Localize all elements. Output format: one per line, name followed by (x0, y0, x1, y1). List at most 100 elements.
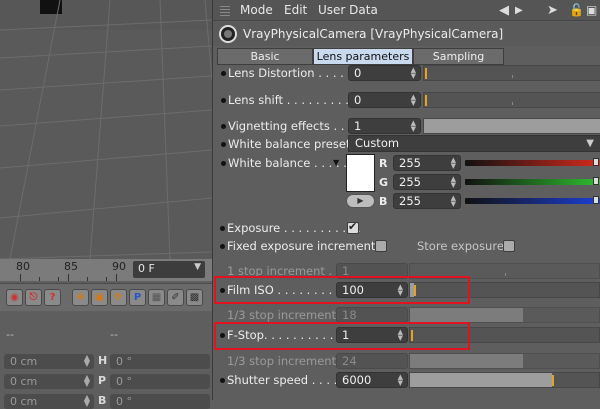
grid-icon[interactable]: ▦ (148, 289, 165, 306)
animation-dot-icon[interactable] (221, 98, 226, 103)
rotation-b-field[interactable]: 0 ° (110, 394, 210, 409)
animation-dot-icon[interactable] (220, 226, 225, 231)
forward-arrow-icon[interactable]: ▶ (515, 5, 523, 16)
vignetting-value: 1 (354, 119, 362, 133)
slider-handle[interactable] (551, 375, 554, 386)
scale-icon[interactable]: ▣ (91, 289, 108, 306)
position-z-field[interactable]: 0 cm ▲ ▼ (4, 394, 94, 409)
panel-grip-icon[interactable] (220, 5, 230, 16)
store-exposure-checkbox[interactable] (503, 240, 515, 252)
exposure-checkbox[interactable] (347, 220, 359, 234)
animation-dot-icon[interactable] (220, 288, 225, 293)
animation-dot-icon[interactable] (221, 161, 226, 166)
channel-r-value: 255 (399, 156, 421, 170)
channel-g-field[interactable]: 255 ▲ ▼ (393, 174, 461, 190)
channel-g-slider[interactable] (465, 177, 600, 185)
animation-dot-icon[interactable] (220, 378, 225, 383)
shutter-speed-field[interactable]: 6000 ▲ ▼ (336, 372, 408, 388)
param-row-stop-increment: 1 stop increment . . . 1 (212, 261, 600, 281)
spinner-icon: ▲ ▼ (450, 156, 456, 170)
stop-increment-slider (409, 263, 600, 279)
back-arrow-icon[interactable]: ◀ (499, 3, 509, 18)
object-header: VrayPhysicalCamera [VrayPhysicalCamera] (213, 22, 600, 46)
shutter-speed-slider[interactable] (409, 372, 600, 388)
timeline-tick (68, 274, 69, 281)
coordinates-manager: -- -- 0 cm ▲ ▼ H 0 ° 0 cm ▲ ▼ P 0 ° 0 cm ▲… (0, 312, 212, 409)
position-x-field[interactable]: 0 cm ▲ ▼ (4, 354, 94, 369)
vignetting-label: Vignetting effects . . (228, 119, 345, 133)
channel-b-field[interactable]: 255 ▲ ▼ (393, 193, 461, 209)
slider-handle[interactable] (593, 196, 599, 204)
white-balance-swatch[interactable] (346, 154, 375, 192)
pointer-icon[interactable]: ➤ (547, 3, 558, 18)
third-stop-b-label: 1/3 stop increment (227, 354, 337, 368)
f-stop-value: 1 (342, 328, 350, 342)
rotation-h-field[interactable]: 0 ° (110, 354, 210, 369)
film-iso-slider[interactable] (409, 282, 600, 298)
spinner-icon: ▲ ▼ (410, 93, 416, 107)
snap-icon[interactable]: ▩ (186, 289, 203, 306)
vignetting-field[interactable]: 1 ▲ ▼ (348, 118, 421, 134)
param-row-third-stop-a: 1/3 stop increment 18 (212, 305, 600, 325)
viewport[interactable] (0, 0, 212, 259)
expand-triangle-icon[interactable]: ▼ (333, 158, 339, 167)
slider-tick (505, 273, 506, 276)
lens-shift-label: Lens shift . . . . . . . . . . (228, 93, 357, 107)
lens-shift-slider[interactable] (423, 92, 600, 108)
param-row-fixed-exposure: Fixed exposure increments Store exposure (212, 236, 600, 256)
menu-user-data[interactable]: User Data (318, 3, 378, 17)
lens-shift-field[interactable]: 0 ▲ ▼ (348, 92, 421, 108)
channel-r-field[interactable]: 255 ▲ ▼ (393, 155, 461, 171)
menu-edit[interactable]: Edit (284, 3, 307, 17)
param-row-lens-distortion: Lens Distortion . . . . . 0 ▲ ▼ (213, 63, 600, 83)
vignetting-slider[interactable] (423, 118, 600, 134)
film-iso-field[interactable]: 100 ▲ ▼ (336, 282, 408, 298)
record-icon[interactable]: ⎋ (25, 289, 42, 306)
animation-dot-icon[interactable] (221, 142, 226, 147)
slider-handle[interactable] (593, 158, 599, 166)
slider-handle[interactable] (425, 95, 427, 106)
exposure-label: Exposure . . . . . . . . . . . (227, 221, 361, 235)
rotation-p-value: 0 ° (116, 375, 132, 388)
brush-icon[interactable]: ✐ (167, 289, 184, 306)
spinner-icon: ▲ ▼ (397, 373, 403, 387)
timeline-ruler[interactable]: 80 85 90 0 F ▼ (0, 259, 212, 281)
lens-distortion-slider[interactable] (423, 65, 600, 81)
f-stop-field[interactable]: 1 ▲ ▼ (336, 327, 408, 343)
chevron-down-icon: ▼ (586, 138, 594, 149)
slider-handle[interactable] (593, 177, 599, 185)
help-icon[interactable]: ? (44, 289, 61, 306)
fixed-exposure-checkbox[interactable] (375, 240, 387, 252)
lock-icon[interactable]: 🔓 (569, 3, 584, 17)
slider-handle[interactable] (425, 68, 427, 79)
current-frame-field[interactable]: 0 F ▼ (133, 261, 205, 278)
animation-dot-icon[interactable] (220, 333, 225, 338)
color-picker-button[interactable]: ▶ (346, 194, 375, 208)
channel-b-slider[interactable] (465, 196, 600, 204)
lens-distortion-field[interactable]: 0 ▲ ▼ (348, 65, 421, 81)
slider-handle[interactable] (411, 330, 413, 341)
rotate-icon[interactable]: ⟳ (110, 289, 127, 306)
slider-handle[interactable] (413, 285, 416, 296)
rotation-h-value: 0 ° (116, 355, 132, 368)
new-panel-icon[interactable]: ▣ (586, 3, 597, 17)
wb-presets-dropdown[interactable]: Custom ▼ (348, 135, 600, 152)
animation-dot-icon[interactable] (220, 244, 225, 249)
param-icon[interactable]: P (129, 289, 146, 306)
spinner-icon: ▲ ▼ (410, 119, 416, 133)
param-row-lens-shift: Lens shift . . . . . . . . . . 0 ▲ ▼ (213, 90, 600, 110)
rotation-p-field[interactable]: 0 ° (110, 374, 210, 389)
param-row-wb-presets: White balance presets Custom ▼ (213, 134, 600, 154)
film-iso-value: 100 (342, 283, 364, 297)
menu-mode[interactable]: Mode (240, 3, 273, 17)
stop-increment-value: 1 (342, 264, 350, 278)
animation-dot-icon[interactable] (221, 71, 226, 76)
animation-dot-icon[interactable] (221, 124, 226, 129)
move-icon[interactable]: ✥ (72, 289, 89, 306)
channel-r-slider[interactable] (465, 158, 600, 166)
position-y-field[interactable]: 0 cm ▲ ▼ (4, 374, 94, 389)
timeline-tick (87, 277, 88, 281)
autokey-icon[interactable]: ◉ (6, 289, 23, 306)
channel-g-label: G (379, 176, 389, 189)
f-stop-slider[interactable] (409, 327, 600, 343)
